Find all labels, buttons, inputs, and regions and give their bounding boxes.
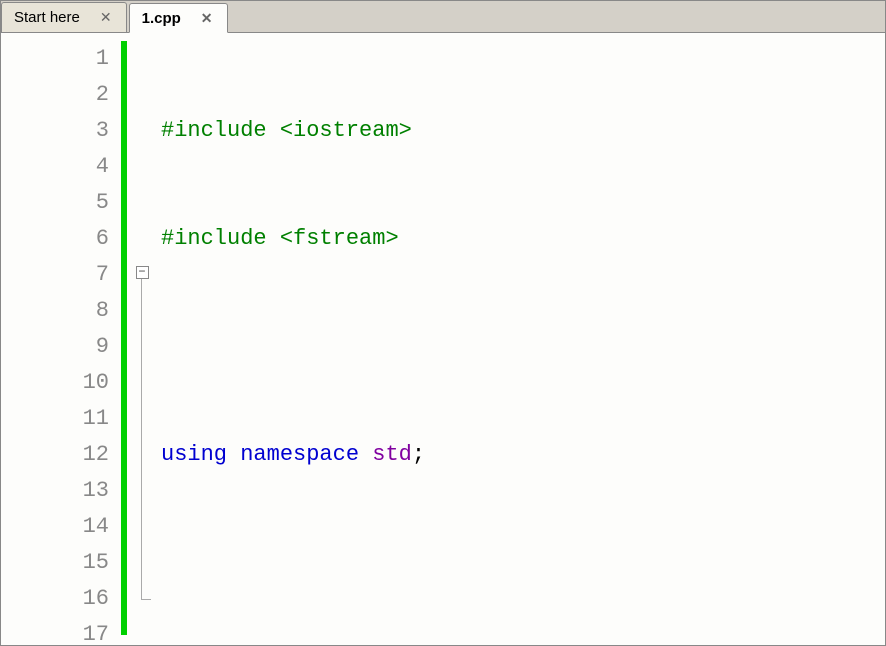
line-number: 6	[1, 221, 109, 257]
line-number: 10	[1, 365, 109, 401]
fold-toggle-icon[interactable]: −	[136, 266, 149, 279]
fold-guide-line	[141, 279, 142, 599]
line-number: 17	[1, 617, 109, 645]
line-number-gutter: 1 2 3 4 5 6 7 8 9 10 11 12 13 14 15 16 1…	[1, 33, 121, 645]
line-number: 1	[1, 41, 109, 77]
code-line[interactable]	[161, 545, 885, 581]
preprocessor: #include	[161, 226, 267, 251]
tab-start-here[interactable]: Start here ✕	[1, 2, 127, 32]
line-number: 2	[1, 77, 109, 113]
line-number: 16	[1, 581, 109, 617]
line-number: 9	[1, 329, 109, 365]
line-number: 11	[1, 401, 109, 437]
line-number: 14	[1, 509, 109, 545]
line-number: 8	[1, 293, 109, 329]
include-header: <fstream>	[280, 226, 399, 251]
identifier: std	[372, 442, 412, 467]
line-number: 7	[1, 257, 109, 293]
tab-label: Start here	[14, 9, 80, 26]
line-number: 13	[1, 473, 109, 509]
punctuation: ;	[412, 442, 425, 467]
tab-1-cpp[interactable]: 1.cpp ✕	[129, 3, 228, 33]
close-icon[interactable]: ✕	[199, 10, 215, 27]
code-area[interactable]: 1 2 3 4 5 6 7 8 9 10 11 12 13 14 15 16 1…	[1, 33, 885, 645]
tab-label: 1.cpp	[142, 10, 181, 27]
code-content[interactable]: #include <iostream> #include <fstream> u…	[157, 33, 885, 645]
include-header: <iostream>	[280, 118, 412, 143]
fold-column: −	[127, 33, 157, 645]
preprocessor: #include	[161, 118, 267, 143]
keyword: namespace	[240, 442, 359, 467]
keyword: using	[161, 442, 227, 467]
code-line[interactable]: using namespace std;	[161, 437, 885, 473]
close-icon[interactable]: ✕	[98, 9, 114, 26]
line-number: 12	[1, 437, 109, 473]
code-line[interactable]: #include <fstream>	[161, 221, 885, 257]
code-line[interactable]: #include <iostream>	[161, 113, 885, 149]
line-number: 3	[1, 113, 109, 149]
editor-container: Start here ✕ 1.cpp ✕ 1 2 3 4 5 6 7 8 9 1…	[0, 0, 886, 646]
line-number: 15	[1, 545, 109, 581]
line-number: 5	[1, 185, 109, 221]
line-number: 4	[1, 149, 109, 185]
tab-bar: Start here ✕ 1.cpp ✕	[1, 1, 885, 33]
code-line[interactable]	[161, 329, 885, 365]
fold-guide-end	[141, 599, 151, 600]
